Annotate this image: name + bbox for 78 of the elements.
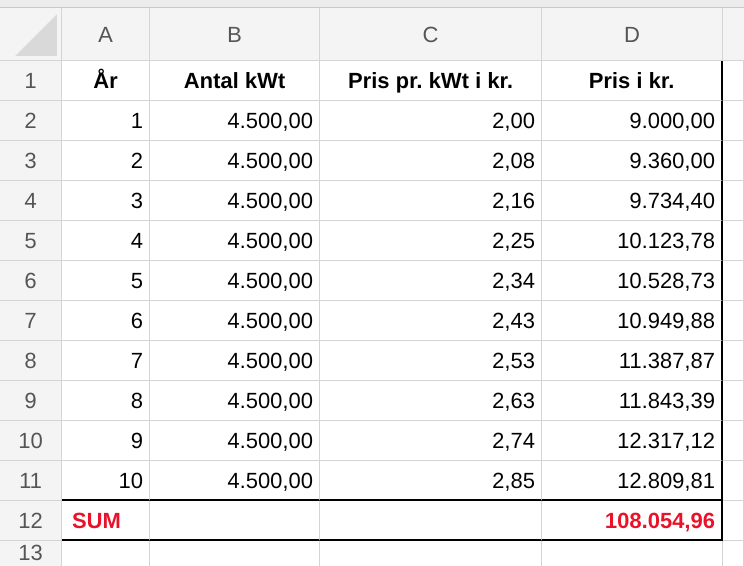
row-header[interactable]: 12: [0, 501, 62, 541]
table-cell: 2,25: [320, 221, 542, 261]
table-cell: 4.500,00: [150, 221, 320, 261]
table-cell: 4.500,00: [150, 301, 320, 341]
table-cell: 2,00: [320, 101, 542, 141]
table-cell: 4.500,00: [150, 421, 320, 461]
table-cell: 12.317,12: [542, 421, 723, 461]
table-cell: 2,63: [320, 381, 542, 421]
row-header[interactable]: 8: [0, 341, 62, 381]
sum-total: 108.054,96: [542, 501, 723, 541]
table-cell: 11.843,39: [542, 381, 723, 421]
table-cell: [723, 381, 744, 421]
row-header[interactable]: 10: [0, 421, 62, 461]
row-header[interactable]: 11: [0, 461, 62, 501]
table-cell: 4: [62, 221, 150, 261]
table-cell: 9.734,40: [542, 181, 723, 221]
table-cell: [723, 141, 744, 181]
table-cell: [723, 301, 744, 341]
table-cell: [723, 61, 744, 101]
table-cell: 2,74: [320, 421, 542, 461]
table-cell: 8: [62, 381, 150, 421]
table-cell: 10.123,78: [542, 221, 723, 261]
column-heading: Antal kWt: [150, 61, 320, 101]
table-cell: 12.809,81: [542, 461, 723, 501]
row-header[interactable]: 1: [0, 61, 62, 101]
column-header[interactable]: B: [150, 8, 320, 61]
table-cell: 2,08: [320, 141, 542, 181]
table-cell: 9: [62, 421, 150, 461]
table-cell: 9.360,00: [542, 141, 723, 181]
row-header[interactable]: 3: [0, 141, 62, 181]
column-header[interactable]: A: [62, 8, 150, 61]
table-cell: [723, 341, 744, 381]
row-header[interactable]: 2: [0, 101, 62, 141]
table-cell: 4.500,00: [150, 461, 320, 501]
column-header[interactable]: [723, 8, 744, 61]
table-cell: 4.500,00: [150, 101, 320, 141]
table-cell: 5: [62, 261, 150, 301]
table-cell: [723, 221, 744, 261]
row-header[interactable]: 6: [0, 261, 62, 301]
row-header[interactable]: 9: [0, 381, 62, 421]
table-cell: 1: [62, 101, 150, 141]
row-header[interactable]: 4: [0, 181, 62, 221]
column-heading: Pris pr. kWt i kr.: [320, 61, 542, 101]
column-heading: År: [62, 61, 150, 101]
table-cell: 2: [62, 141, 150, 181]
table-cell: [723, 421, 744, 461]
corner-header[interactable]: [0, 8, 62, 61]
select-all-corner-icon[interactable]: [15, 14, 57, 56]
column-heading: Pris i kr.: [542, 61, 723, 101]
table-cell: [723, 181, 744, 221]
table-cell: 10: [62, 461, 150, 501]
table-cell: 4.500,00: [150, 261, 320, 301]
table-cell: 2,34: [320, 261, 542, 301]
table-cell: 2,43: [320, 301, 542, 341]
table-cell: 2,53: [320, 341, 542, 381]
table-cell: [723, 261, 744, 301]
row-header[interactable]: 13: [0, 541, 62, 566]
table-cell: 9.000,00: [542, 101, 723, 141]
table-cell: 11.387,87: [542, 341, 723, 381]
column-header[interactable]: C: [320, 8, 542, 61]
row-header[interactable]: 5: [0, 221, 62, 261]
table-cell: 7: [62, 341, 150, 381]
table-cell: 3: [62, 181, 150, 221]
table-cell: 4.500,00: [150, 381, 320, 421]
row-header[interactable]: 7: [0, 301, 62, 341]
table-cell: 2,16: [320, 181, 542, 221]
table-cell: [723, 101, 744, 141]
table-cell: 10.949,88: [542, 301, 723, 341]
sum-label: SUM: [62, 501, 150, 541]
table-cell: [723, 461, 744, 501]
table-cell: 2,85: [320, 461, 542, 501]
table-cell: 4.500,00: [150, 141, 320, 181]
table-cell: 10.528,73: [542, 261, 723, 301]
table-cell: 4.500,00: [150, 341, 320, 381]
table-cell: 4.500,00: [150, 181, 320, 221]
column-header[interactable]: D: [542, 8, 723, 61]
table-cell: [723, 501, 744, 541]
table-cell: 6: [62, 301, 150, 341]
